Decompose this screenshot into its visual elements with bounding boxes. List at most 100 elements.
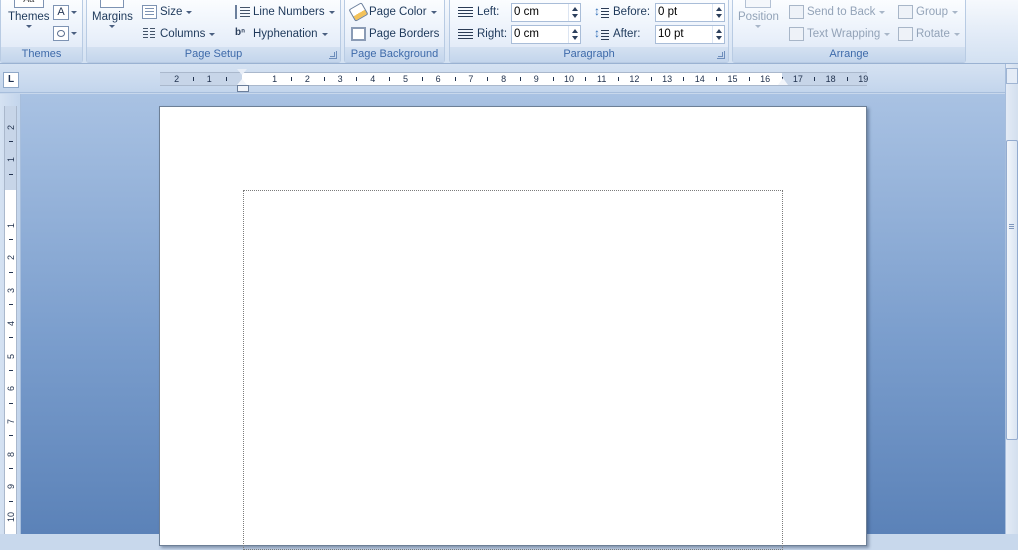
ruler-tick bbox=[9, 369, 13, 371]
chevron-down-icon bbox=[109, 25, 116, 28]
spinner-arrows-icon[interactable] bbox=[712, 4, 724, 21]
indent-left-label: Left: bbox=[477, 6, 500, 18]
text-wrapping-label: Text Wrapping bbox=[807, 28, 881, 40]
ruler-tick bbox=[716, 77, 718, 81]
ruler-tick bbox=[9, 271, 13, 273]
ruler-tick bbox=[814, 77, 816, 81]
size-button[interactable]: Size bbox=[142, 5, 193, 19]
page-color-button[interactable]: Page Color bbox=[348, 2, 437, 22]
ruler-mark: 7 bbox=[6, 418, 16, 424]
ruler-toggle-button[interactable] bbox=[1006, 68, 1018, 84]
page-setup-group-caption: Page Setup bbox=[87, 47, 340, 62]
ribbon: Aa Themes A Themes Margins Size Columns bbox=[0, 0, 1018, 64]
indent-right-spinner[interactable]: 0 cm bbox=[511, 25, 581, 44]
text-boundary[interactable] bbox=[243, 190, 783, 550]
horizontal-ruler[interactable]: 2 1 1 2 3 4 5 6 7 8 9 10 11 12 13 14 15 16 17 18 19 bbox=[160, 72, 868, 86]
spacing-after-value: 10 pt bbox=[658, 28, 684, 40]
spacing-after-label: After: bbox=[613, 28, 641, 40]
ruler-mark: 1 bbox=[6, 157, 16, 163]
ruler-tick bbox=[225, 77, 227, 81]
size-label: Size bbox=[160, 6, 183, 18]
ruler-tick bbox=[291, 77, 293, 81]
indent-left-icon bbox=[458, 7, 473, 19]
vertical-scrollbar[interactable] bbox=[1005, 64, 1018, 534]
ruler-mark: 2 bbox=[174, 74, 180, 84]
line-numbers-icon bbox=[235, 5, 250, 19]
tab-selector-button[interactable]: L bbox=[3, 72, 19, 88]
scrollbar-grip-icon bbox=[1009, 224, 1014, 230]
ruler-left-margin bbox=[160, 73, 242, 85]
spacing-after-spinner[interactable]: 10 pt bbox=[655, 25, 725, 44]
ruler-tick bbox=[356, 77, 358, 81]
chevron-down-icon bbox=[328, 10, 335, 14]
ruler-mark: 8 bbox=[501, 74, 507, 84]
page-setup-dialog-launcher-icon[interactable] bbox=[329, 51, 337, 59]
paint-bucket-icon bbox=[348, 2, 369, 22]
first-line-indent-marker[interactable] bbox=[237, 69, 247, 75]
ruler-tick bbox=[323, 77, 325, 81]
margins-icon bbox=[100, 0, 125, 8]
theme-fonts-button[interactable]: A bbox=[53, 5, 77, 20]
rotate-button[interactable]: Rotate bbox=[898, 27, 960, 41]
ruler-mark: 9 bbox=[533, 74, 539, 84]
ruler-tick bbox=[389, 77, 391, 81]
page-borders-button[interactable]: Page Borders bbox=[351, 27, 439, 41]
scrollbar-thumb[interactable] bbox=[1006, 140, 1018, 440]
chevron-down-icon bbox=[953, 32, 960, 36]
spinner-arrows-icon[interactable] bbox=[568, 26, 580, 43]
spacing-before-icon bbox=[594, 4, 609, 20]
chevron-down-icon bbox=[755, 25, 762, 28]
ruler-mark: 4 bbox=[6, 320, 16, 326]
line-numbers-button[interactable]: Line Numbers bbox=[235, 5, 335, 19]
page-color-label: Page Color bbox=[369, 6, 427, 18]
ruler-mark: 4 bbox=[370, 74, 376, 84]
position-icon bbox=[745, 0, 772, 8]
chevron-down-icon bbox=[71, 11, 77, 14]
columns-button[interactable]: Columns bbox=[142, 27, 216, 41]
group-button[interactable]: Group bbox=[898, 5, 958, 19]
ruler-mark: 2 bbox=[304, 74, 310, 84]
text-wrapping-button[interactable]: Text Wrapping bbox=[789, 27, 891, 41]
ruler-tick bbox=[9, 435, 13, 437]
hanging-indent-marker[interactable] bbox=[237, 79, 249, 92]
chevron-down-icon bbox=[186, 10, 193, 14]
paragraph-dialog-launcher-icon[interactable] bbox=[717, 51, 725, 59]
spacing-before-spinner[interactable]: 0 pt bbox=[655, 3, 725, 22]
ruler-tick bbox=[519, 77, 521, 81]
margins-label: Margins bbox=[92, 11, 133, 23]
indent-right-icon bbox=[458, 29, 473, 41]
ruler-tick bbox=[683, 77, 685, 81]
hyphenation-label: Hyphenation bbox=[253, 28, 318, 40]
indent-right-label: Right: bbox=[477, 28, 508, 40]
ruler-mark: 1 bbox=[272, 74, 278, 84]
chevron-down-icon bbox=[430, 10, 437, 14]
arrange-group: Position Send to Back Text Wrapping Grou… bbox=[732, 0, 966, 63]
ruler-mark: 5 bbox=[6, 353, 16, 359]
send-to-back-button[interactable]: Send to Back bbox=[789, 5, 886, 19]
indent-left-value: 0 cm bbox=[514, 6, 539, 18]
margins-button[interactable]: Margins bbox=[92, 0, 133, 28]
ruler-mark: 6 bbox=[6, 386, 16, 392]
ruler-tick bbox=[9, 337, 13, 339]
spinner-arrows-icon[interactable] bbox=[568, 4, 580, 21]
theme-effects-button[interactable] bbox=[53, 26, 77, 41]
hyphenation-button[interactable]: bⁿ Hyphenation bbox=[235, 27, 328, 41]
position-button[interactable]: Position bbox=[738, 0, 779, 28]
themes-group-caption: Themes bbox=[1, 47, 82, 62]
spinner-arrows-icon[interactable] bbox=[712, 26, 724, 43]
chevron-down-icon bbox=[321, 32, 328, 36]
ruler-mark: 15 bbox=[727, 74, 738, 84]
ruler-tick bbox=[421, 77, 423, 81]
line-numbers-label: Line Numbers bbox=[253, 6, 325, 18]
themes-button[interactable]: Aa Themes bbox=[8, 0, 50, 28]
send-to-back-icon bbox=[789, 5, 804, 19]
ruler-tick bbox=[9, 173, 13, 175]
ruler-mark: 14 bbox=[694, 74, 705, 84]
indent-left-spinner[interactable]: 0 cm bbox=[511, 3, 581, 22]
spacing-before-label: Before: bbox=[613, 6, 651, 18]
ruler-mark: 13 bbox=[662, 74, 673, 84]
theme-fonts-icon: A bbox=[53, 5, 69, 20]
arrange-group-caption: Arrange bbox=[733, 47, 965, 62]
right-indent-marker[interactable] bbox=[778, 78, 788, 85]
vertical-ruler[interactable]: 2 1 1 2 3 4 5 6 7 8 9 10 bbox=[4, 106, 17, 534]
